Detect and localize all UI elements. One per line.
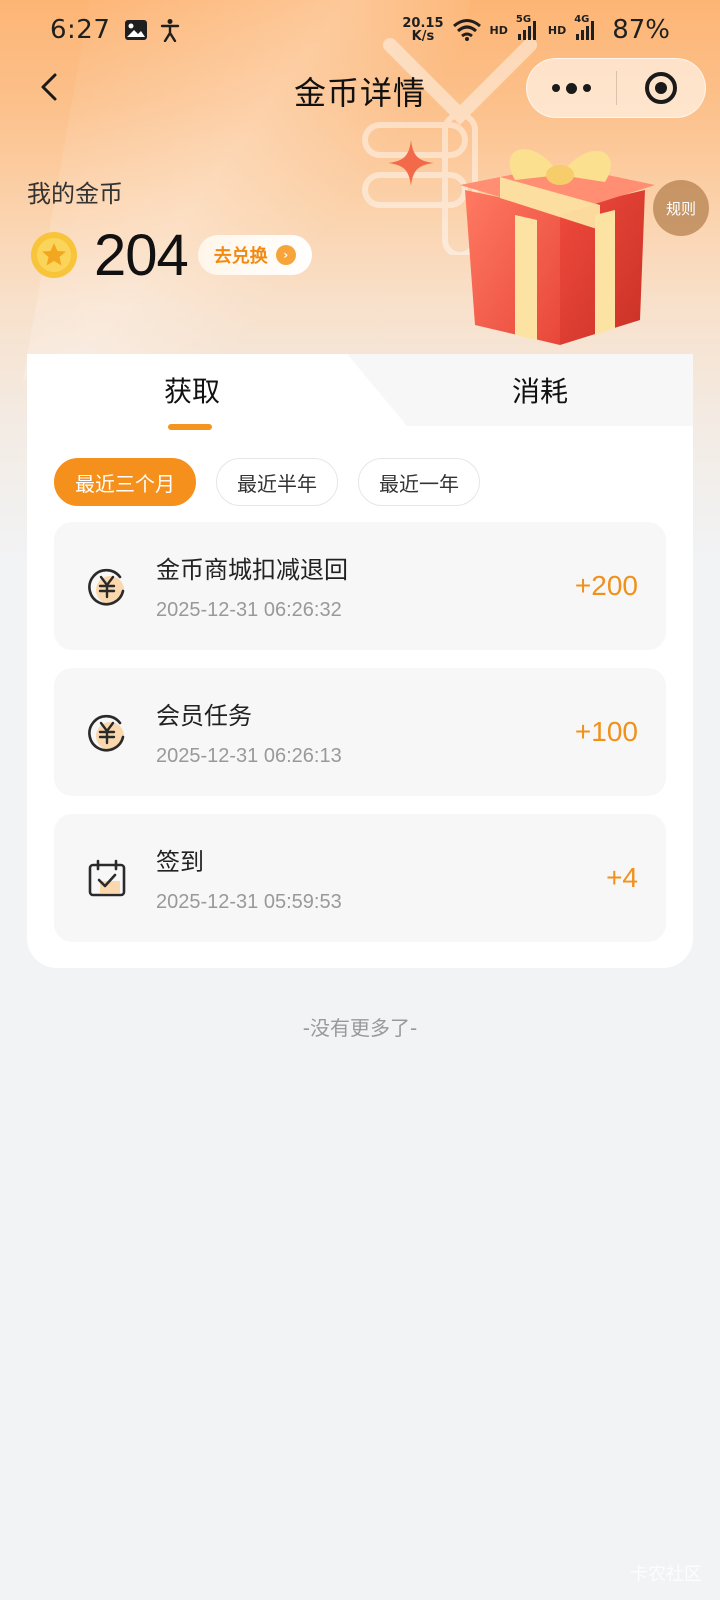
tab-active-indicator [168,424,212,430]
net-speed-unit: K/s [411,29,435,44]
list-item[interactable]: 会员任务 2025-12-31 06:26:13 +100 [54,668,666,796]
record-list: 金币商城扣减退回 2025-12-31 06:26:32 +200 会员任务 2… [54,522,666,960]
coin-summary: 204 去兑换 › [30,220,312,290]
signal-5g-icon: 5G [516,14,540,42]
record-amount: +200 [574,570,638,601]
filter-three-months[interactable]: 最近三个月 [54,458,196,506]
redeem-button[interactable]: 去兑换 › [197,235,312,275]
signal-4g-icon: 4G [574,14,598,42]
no-more-text: -没有更多了- [302,1016,418,1040]
record-date: 2025-12-31 05:59:53 [156,891,342,913]
gift-box-icon [460,149,655,345]
close-mini-program-button[interactable] [617,59,705,117]
signal-4g-label: 4G [574,14,590,25]
record-amount: +4 [606,862,638,893]
status-bar: 6:27 20.15 K/s HD 5G HD 4G 87% [0,0,720,60]
target-icon [645,72,677,104]
list-item[interactable]: 签到 2025-12-31 05:59:53 +4 [54,814,666,942]
watermark: 卡农社区 [630,1564,702,1585]
status-time: 6:27 [50,15,111,45]
list-item[interactable]: 金币商城扣减退回 2025-12-31 06:26:32 +200 [54,522,666,650]
battery-level: 87% [612,15,670,45]
net-speed: 20.15 K/s [402,17,443,43]
more-button[interactable] [527,59,616,117]
signal-5g-label: 5G [515,14,532,25]
record-date: 2025-12-31 06:26:13 [156,745,342,767]
record-amount: +100 [574,716,638,747]
coin-balance: 204 [94,222,189,288]
rules-button[interactable]: 规则 [653,180,709,236]
record-date: 2025-12-31 06:26:32 [156,599,342,621]
yen-coin-icon [88,568,125,606]
tab-earn[interactable]: 获取 [27,354,357,426]
accessibility-icon [161,19,180,42]
record-name: 签到 [156,848,204,876]
records-card: 获取 消耗 最近三个月 最近半年 最近一年 金币商城扣减退回 2025-12-3… [27,354,693,968]
gallery-icon [125,20,148,40]
filter-one-year[interactable]: 最近一年 [358,458,480,506]
yen-coin-icon [88,714,125,752]
nav-bar: 金币详情 [0,56,720,120]
hd-label-2: HD [547,23,567,37]
hd-label: HD [489,23,508,37]
my-coins-label: 我的金币 [27,180,123,208]
tab-bar: 获取 消耗 [27,354,693,430]
gold-coin-icon [31,232,77,278]
time-filters: 最近三个月 最近半年 最近一年 [54,458,480,506]
redeem-label: 去兑换 [213,246,268,267]
sparkle-icon [388,140,434,186]
chevron-right-icon: › [275,245,296,265]
tab-spend[interactable]: 消耗 [387,354,693,426]
calendar-check-icon [88,859,126,897]
wifi-icon [452,19,481,41]
record-name: 金币商城扣减退回 [156,556,348,584]
record-name: 会员任务 [156,702,252,730]
mini-program-capsule [526,58,706,118]
filter-half-year[interactable]: 最近半年 [216,458,338,506]
